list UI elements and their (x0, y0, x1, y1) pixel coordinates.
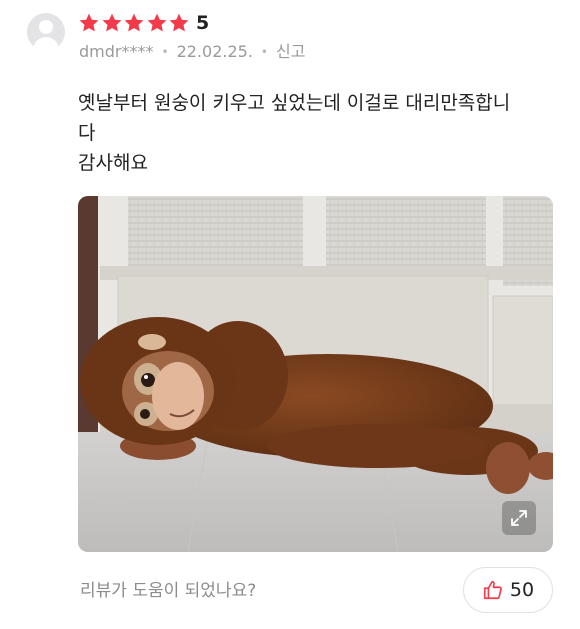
rating-value: 5 (196, 12, 210, 34)
review-text-line: 감사해요 (78, 152, 148, 174)
star-icon (146, 12, 168, 34)
review-text-line: 다 (78, 122, 96, 144)
separator-dot: • (161, 45, 169, 59)
username: dmdr**** (79, 42, 154, 61)
avatar (27, 13, 65, 51)
thumbs-up-icon (483, 580, 502, 600)
star-icon (78, 12, 100, 34)
expand-icon (511, 510, 527, 526)
orangutan-plush-photo (78, 196, 553, 552)
like-button[interactable]: 50 (463, 567, 553, 613)
review-meta: dmdr**** • 22.02.25. • 신고 (79, 41, 305, 63)
star-icon (168, 12, 190, 34)
review-photo[interactable] (78, 196, 553, 552)
review-text-line: 옛날부터 원숭이 키우고 싶었는데 이걸로 대리만족합니 (78, 92, 511, 114)
helpful-prompt: 리뷰가 도움이 되었나요? (80, 581, 257, 601)
separator-dot: • (260, 45, 268, 59)
expand-button[interactable] (502, 501, 536, 535)
star-icon (101, 12, 123, 34)
star-rating (78, 10, 191, 36)
report-link[interactable]: 신고 (276, 41, 305, 63)
review-date: 22.02.25. (176, 42, 253, 61)
review-text: 옛날부터 원숭이 키우고 싶었는데 이걸로 대리만족합니 다 감사해요 (78, 88, 548, 178)
like-count: 50 (509, 579, 535, 601)
star-icon (123, 12, 145, 34)
